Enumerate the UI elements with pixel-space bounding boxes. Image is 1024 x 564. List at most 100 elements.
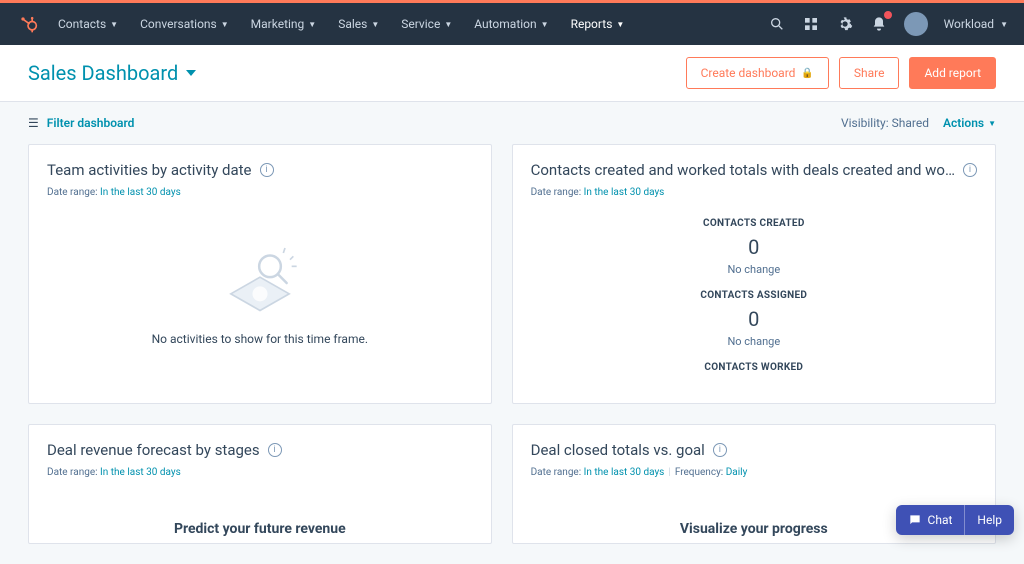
info-icon[interactable]: i [963, 163, 977, 177]
metric-change: No change [531, 335, 977, 348]
date-range-link[interactable]: In the last 30 days [100, 187, 181, 198]
chat-button[interactable]: Chat [896, 505, 965, 535]
info-icon[interactable]: i [268, 443, 282, 457]
chevron-down-icon [186, 68, 196, 78]
date-range-link[interactable]: In the last 30 days [100, 467, 181, 478]
card-title: Deal closed totals vs. goal i [531, 441, 977, 459]
button-label: Add report [924, 66, 981, 80]
actions-dropdown[interactable]: Actions ▼ [943, 116, 996, 130]
metric-value: 0 [531, 235, 977, 259]
date-range: Date range: In the last 30 days [47, 187, 473, 198]
notifications-icon[interactable] [870, 15, 888, 33]
button-label: Create dashboard [701, 66, 796, 80]
lock-icon: 🔒 [801, 68, 813, 79]
chevron-down-icon: ▼ [541, 20, 549, 29]
account-label: Workload [944, 17, 995, 31]
button-label: Share [854, 66, 885, 80]
metric-label: CONTACTS ASSIGNED [531, 290, 977, 301]
hubspot-logo-icon[interactable] [16, 12, 40, 36]
notification-dot [884, 11, 892, 19]
actions-label: Actions [943, 116, 984, 130]
empty-state-text: No activities to show for this time fram… [47, 332, 473, 346]
card-headline: Predict your future revenue [29, 521, 491, 537]
info-icon[interactable]: i [260, 163, 274, 177]
card-title: Team activities by activity date i [47, 161, 473, 179]
nav-contacts[interactable]: Contacts▼ [54, 11, 122, 37]
separator: | [668, 467, 670, 478]
card-contacts-totals[interactable]: Contacts created and worked totals with … [512, 144, 996, 404]
help-button[interactable]: Help [964, 505, 1014, 535]
date-range: Date range: In the last 30 days [47, 467, 473, 478]
nav-label: Marketing [251, 17, 305, 31]
nav-reports[interactable]: Reports▼ [567, 11, 629, 37]
metric-value: 0 [531, 307, 977, 331]
metric-label: CONTACTS CREATED [531, 218, 977, 229]
metrics-list: CONTACTS CREATED 0 No change CONTACTS AS… [531, 218, 977, 373]
range-prefix: Date range: [47, 467, 98, 478]
metric-label: CONTACTS WORKED [531, 362, 977, 373]
card-title-text: Deal closed totals vs. goal [531, 441, 705, 459]
dashboard-title: Sales Dashboard [28, 61, 178, 85]
chevron-down-icon: ▼ [308, 20, 316, 29]
main-nav-items: Contacts▼ Conversations▼ Marketing▼ Sale… [54, 11, 628, 37]
chevron-down-icon: ▼ [371, 20, 379, 29]
help-widget: Chat Help [896, 505, 1014, 535]
nav-label: Conversations [140, 17, 217, 31]
card-title: Contacts created and worked totals with … [531, 161, 977, 179]
nav-sales[interactable]: Sales▼ [334, 11, 383, 37]
metric-change: No change [531, 263, 977, 276]
empty-illustration-icon [210, 228, 310, 318]
card-team-activities[interactable]: Team activities by activity date i Date … [28, 144, 492, 404]
nav-service[interactable]: Service ▼ [397, 11, 456, 37]
nav-automation[interactable]: Automation ▼ [470, 11, 552, 37]
nav-label: Automation [474, 17, 536, 31]
metric-contacts-assigned: CONTACTS ASSIGNED 0 No change [531, 290, 977, 348]
nav-right: Workload ▼ [768, 12, 1008, 36]
filter-icon: ☰ [28, 116, 39, 130]
range-prefix: Date range: [47, 187, 98, 198]
help-label: Help [977, 513, 1002, 527]
range-prefix: Date range: [531, 187, 582, 198]
visibility-key: Visibility: [841, 116, 889, 130]
freq-prefix: Frequency: [675, 467, 723, 478]
visibility-label: Visibility: Shared [841, 116, 929, 130]
top-nav: Contacts▼ Conversations▼ Marketing▼ Sale… [0, 3, 1024, 45]
card-title: Deal revenue forecast by stages i [47, 441, 473, 459]
chevron-down-icon: ▼ [1000, 20, 1008, 29]
card-title-text: Deal revenue forecast by stages [47, 441, 260, 459]
share-button[interactable]: Share [839, 57, 900, 89]
chat-icon [908, 513, 922, 527]
card-deal-revenue-forecast[interactable]: Deal revenue forecast by stages i Date r… [28, 424, 492, 544]
chevron-down-icon: ▼ [444, 20, 452, 29]
search-icon[interactable] [768, 15, 786, 33]
metric-contacts-created: CONTACTS CREATED 0 No change [531, 218, 977, 276]
card-title-text: Contacts created and worked totals with … [531, 161, 955, 179]
nav-label: Service [401, 17, 440, 31]
sub-header: ☰ Filter dashboard Visibility: Shared Ac… [0, 102, 1024, 144]
nav-marketing[interactable]: Marketing▼ [247, 11, 321, 37]
dashboard-cards: Team activities by activity date i Date … [0, 144, 1024, 564]
create-dashboard-button[interactable]: Create dashboard 🔒 [686, 57, 829, 89]
chevron-down-icon: ▼ [221, 20, 229, 29]
date-range: Date range: In the last 30 days|Frequenc… [531, 467, 977, 478]
chevron-down-icon: ▼ [988, 119, 996, 128]
date-range-link[interactable]: In the last 30 days [584, 187, 665, 198]
date-range: Date range: In the last 30 days [531, 187, 977, 198]
account-dropdown[interactable]: Workload ▼ [944, 17, 1008, 31]
card-title-text: Team activities by activity date [47, 161, 252, 179]
nav-conversations[interactable]: Conversations ▼ [136, 11, 233, 37]
dashboard-title-dropdown[interactable]: Sales Dashboard [28, 61, 196, 85]
chat-label: Chat [928, 513, 953, 527]
add-report-button[interactable]: Add report [909, 57, 996, 89]
user-avatar[interactable] [904, 12, 928, 36]
info-icon[interactable]: i [713, 443, 727, 457]
settings-icon[interactable] [836, 15, 854, 33]
nav-label: Reports [571, 17, 613, 31]
filter-dashboard-link[interactable]: Filter dashboard [47, 116, 135, 130]
empty-state: No activities to show for this time fram… [47, 228, 473, 346]
dashboard-header: Sales Dashboard Create dashboard🔒 Share … [0, 45, 1024, 102]
nav-label: Contacts [58, 17, 106, 31]
frequency-link[interactable]: Daily [726, 467, 748, 478]
marketplace-icon[interactable] [802, 15, 820, 33]
date-range-link[interactable]: In the last 30 days [584, 467, 665, 478]
